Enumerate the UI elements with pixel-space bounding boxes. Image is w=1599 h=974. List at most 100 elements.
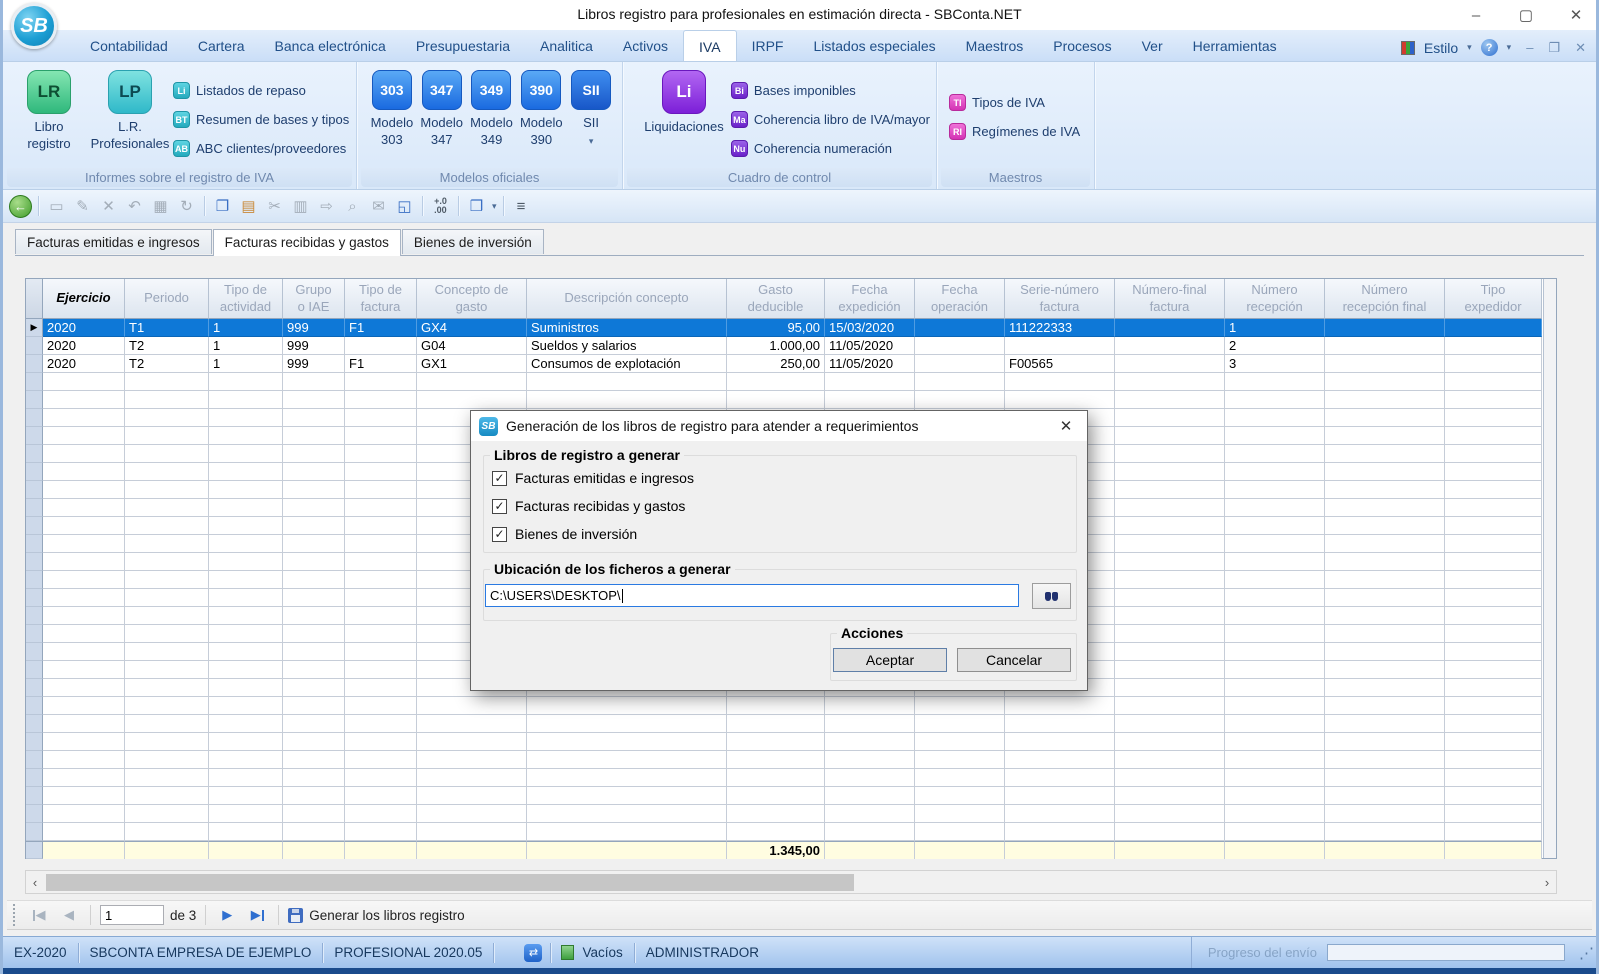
checkbox-facturas-emitidas[interactable]: ✓ Facturas emitidas e ingresos [492, 470, 694, 486]
grid-cell[interactable]: 95,00 [727, 319, 825, 337]
first-record-button[interactable]: ◀ [27, 904, 51, 926]
grid-cell[interactable]: 999 [283, 319, 345, 337]
save-icon[interactable]: ▦ [149, 195, 172, 218]
grid-cell[interactable] [915, 319, 1005, 337]
grid-header-cell[interactable]: Periodo [125, 279, 209, 319]
grid-cell[interactable]: 1.000,00 [727, 337, 825, 355]
previous-record-button[interactable]: ◀ [57, 904, 81, 926]
grid-cell[interactable]: 11/05/2020 [825, 355, 915, 373]
menu-item-irpf[interactable]: IRPF [737, 30, 799, 61]
tipos-iva-button[interactable]: TI Tipos de IVA [949, 88, 1088, 117]
grid-cell[interactable]: G04 [417, 337, 527, 355]
ribbon-restore-button[interactable]: ❐ [1548, 40, 1560, 56]
menu-item-listados-especiales[interactable]: Listados especiales [798, 30, 950, 61]
grid-cell[interactable] [1115, 337, 1225, 355]
grid-header-cell[interactable]: Ejercicio [43, 279, 125, 319]
grid-header-cell[interactable]: Tipo de factura [345, 279, 417, 319]
menu-item-contabilidad[interactable]: Contabilidad [75, 30, 183, 61]
help-icon[interactable]: ? [1481, 39, 1498, 56]
remote-support-icon[interactable]: ⇄ [524, 944, 542, 962]
grid-cell[interactable] [1445, 337, 1542, 355]
grid-cell[interactable]: T2 [125, 355, 209, 373]
cut-icon[interactable]: ✂ [263, 195, 286, 218]
grid-cell[interactable]: F1 [345, 319, 417, 337]
grid-header-cell[interactable]: Descripción concepto [527, 279, 727, 319]
path-input[interactable]: C:\USERS\DESKTOP\ [485, 584, 1019, 607]
search-icon[interactable]: ⌕ [341, 195, 364, 218]
menu-item-iva[interactable]: IVA [683, 30, 737, 61]
tab-facturas-recibidas-y-gastos[interactable]: Facturas recibidas y gastos [213, 229, 401, 256]
chevron-down-icon[interactable]: ▾ [1507, 42, 1512, 53]
grid-cell[interactable]: T1 [125, 319, 209, 337]
scrollbar-thumb[interactable] [46, 874, 854, 891]
grid-header-cell[interactable]: Fecha expedición [825, 279, 915, 319]
grid-header-cell[interactable]: Fecha operación [915, 279, 1005, 319]
grid-cell[interactable]: T2 [125, 337, 209, 355]
grid-row[interactable]: 2020T21999G04Sueldos y salarios1.000,001… [26, 337, 1556, 355]
row-selector-cell[interactable]: ▶ [26, 319, 43, 337]
close-button[interactable]: ✕ [1564, 6, 1588, 24]
grid-cell[interactable]: 1 [209, 319, 283, 337]
modelo-390-button[interactable]: 390 Modelo 390 [517, 70, 565, 149]
grid-cell[interactable]: 11/05/2020 [825, 337, 915, 355]
menu-item-maestros[interactable]: Maestros [951, 30, 1039, 61]
grid-cell[interactable]: 999 [283, 337, 345, 355]
export-icon[interactable]: ◱ [393, 195, 416, 218]
checkbox-facturas-recibidas[interactable]: ✓ Facturas recibidas y gastos [492, 498, 685, 514]
libro-registro-button[interactable]: LR Libro registro [11, 70, 87, 163]
app-logo[interactable]: SB [11, 3, 57, 49]
menu-item-activos[interactable]: Activos [608, 30, 683, 61]
ribbon-minimize-button[interactable]: – [1526, 40, 1533, 55]
grid-cell[interactable]: F00565 [1005, 355, 1115, 373]
grid-cell[interactable] [1115, 319, 1225, 337]
grid-cell[interactable]: Consumos de explotación [527, 355, 727, 373]
toolbar-options-icon[interactable]: ≡ [510, 195, 533, 218]
menu-item-ver[interactable]: Ver [1127, 30, 1178, 61]
menu-item-procesos[interactable]: Procesos [1038, 30, 1126, 61]
paste-icon[interactable]: ▤ [237, 195, 260, 218]
style-color-icon[interactable] [1401, 41, 1415, 55]
grid-cell[interactable]: 1 [209, 355, 283, 373]
grid-cell[interactable]: 1 [209, 337, 283, 355]
grid-cell[interactable]: 2020 [43, 337, 125, 355]
menu-item-herramientas[interactable]: Herramientas [1178, 30, 1292, 61]
checkbox-bienes-inversion[interactable]: ✓ Bienes de inversión [492, 526, 637, 542]
mail-icon[interactable]: ✉ [367, 195, 390, 218]
send-icon[interactable]: ⇨ [315, 195, 338, 218]
grid-cell[interactable]: 3 [1225, 355, 1325, 373]
coherencia-numeracion-button[interactable]: Nu Coherencia numeración [731, 134, 930, 163]
scroll-left-icon[interactable]: ‹ [26, 871, 44, 893]
grid-cell[interactable]: GX4 [417, 319, 527, 337]
grid-cell[interactable]: Suministros [527, 319, 727, 337]
copy-icon[interactable]: ❐ [211, 195, 234, 218]
modelo-303-button[interactable]: 303 Modelo 303 [368, 70, 416, 149]
grid-header-cell[interactable]: Número recepción [1225, 279, 1325, 319]
grid-cell[interactable]: 250,00 [727, 355, 825, 373]
menu-item-banca-electr-nica[interactable]: Banca electrónica [260, 30, 401, 61]
refresh-icon[interactable]: ↻ [175, 195, 198, 218]
abc-clientes-button[interactable]: AB ABC clientes/proveedores [173, 134, 349, 163]
sii-button[interactable]: SII SII ▾ [567, 70, 615, 149]
grid-cell[interactable]: F1 [345, 355, 417, 373]
grid-header-cell[interactable]: Serie-número factura [1005, 279, 1115, 319]
grid-row[interactable]: ▶2020T11999F1GX4Suministros95,0015/03/20… [26, 319, 1556, 337]
horizontal-scrollbar[interactable]: ‹ › [25, 870, 1557, 894]
grid-cell[interactable] [915, 337, 1005, 355]
grid-header-cell[interactable]: Número-final factura [1115, 279, 1225, 319]
grid-cell[interactable] [915, 355, 1005, 373]
edit-icon[interactable]: ✎ [71, 195, 94, 218]
delete-icon[interactable]: ✕ [97, 195, 120, 218]
lr-profesionales-button[interactable]: LP L.R. Profesionales [87, 70, 173, 163]
grid-cell[interactable]: 2020 [43, 319, 125, 337]
modelo-349-button[interactable]: 349 Modelo 349 [468, 70, 516, 149]
grid-cell[interactable]: 15/03/2020 [825, 319, 915, 337]
tab-facturas-emitidas-e-ingresos[interactable]: Facturas emitidas e ingresos [15, 229, 212, 254]
grid-cell[interactable]: 1 [1225, 319, 1325, 337]
grid-header-cell[interactable]: Gasto deducible [727, 279, 825, 319]
record-number-input[interactable] [100, 905, 164, 925]
grid-cell[interactable] [1325, 355, 1445, 373]
checkbox-checked-icon[interactable]: ✓ [492, 471, 507, 486]
grid-cell[interactable]: GX1 [417, 355, 527, 373]
grid-cell[interactable] [1445, 319, 1542, 337]
grid-cell[interactable] [1325, 337, 1445, 355]
